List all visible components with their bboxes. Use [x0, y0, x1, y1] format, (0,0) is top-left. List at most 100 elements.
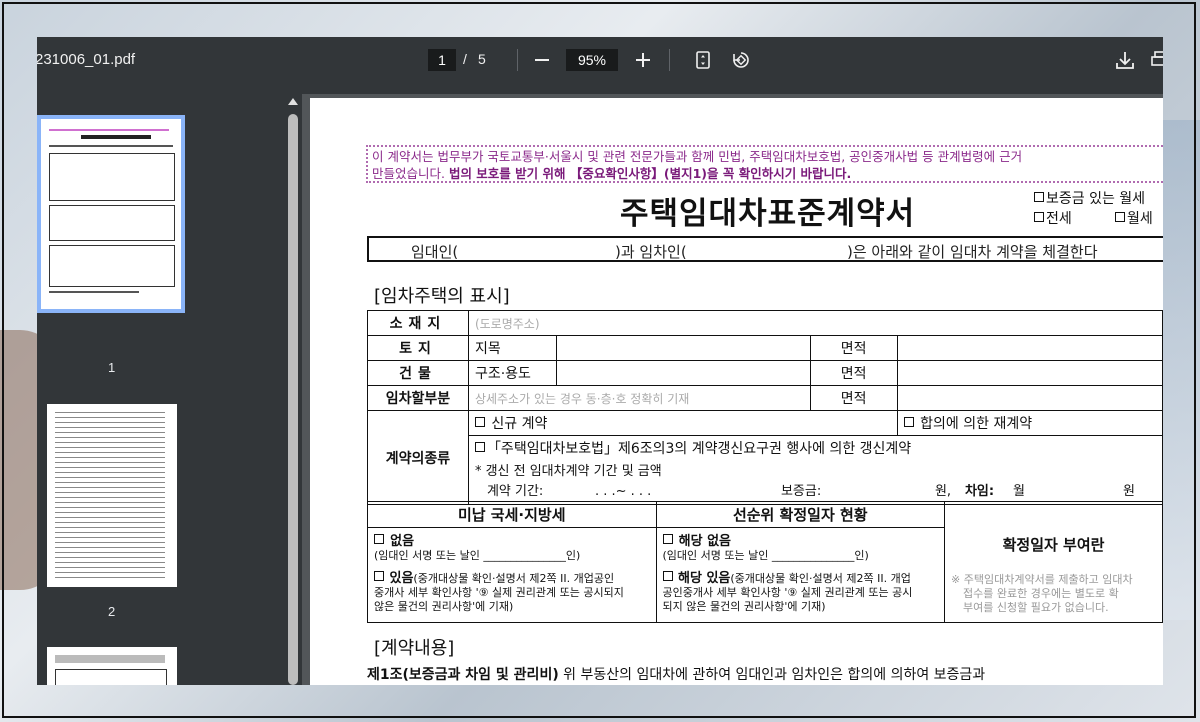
sub-label-cell: 면적	[809, 335, 898, 361]
option-note: 되지 않은 물건의 권리사항'에 기재)	[662, 600, 826, 613]
checkbox-label: 보증금 있는 월세	[1046, 191, 1146, 207]
article-title: 제1조(보증금과 차임 및 관리비)	[367, 667, 559, 683]
thumbnail-page-2[interactable]	[47, 404, 177, 587]
option-label: 있음	[389, 571, 414, 586]
option-row: 없음	[374, 530, 650, 549]
thumbnail-page-3[interactable]	[47, 647, 177, 685]
download-icon	[1116, 52, 1134, 69]
parties-text: )과 임차인(	[615, 243, 687, 261]
date-stamp-cell: 확정일자 부여란 ※ 주택임대차계약서를 제출하고 임대차 접수를 완료한 경우…	[944, 501, 1163, 623]
notice-text: 만들었습니다.	[372, 166, 449, 181]
article-text: 위 부동산의 임대차에 관하여 임대인과 임차인은 합의에 의하여 보증금과	[558, 667, 986, 683]
sub-label-cell: 면적	[809, 385, 898, 411]
thumbnail-label: 2	[108, 604, 116, 619]
notice-emphasis: 법의 보호를 받기 위해 【중요확인사항】(별지1)을 꼭 확인하시기 바랍니다…	[448, 166, 852, 181]
rotate-icon	[733, 52, 749, 68]
option-label: 없음	[390, 534, 415, 549]
checkbox-icon	[1034, 192, 1044, 202]
zoom-input[interactable]: 95%	[566, 49, 618, 71]
prior-cell: 해당 없음 (임대인 서명 또는 날인 _______________인) 해당…	[655, 527, 946, 623]
tax-status-table: 미납 국세·지방세 선순위 확정일자 현황 확정일자 부여란 ※ 주택임대차계약…	[367, 501, 1163, 623]
checkbox-icon	[1115, 212, 1125, 222]
file-name: 231006_01.pdf	[37, 51, 136, 68]
background-shape	[1160, 120, 1200, 620]
total-pages: 5	[478, 51, 486, 67]
rotate-button[interactable]	[729, 48, 753, 72]
input-cell	[896, 335, 1163, 361]
checkbox-icon	[474, 417, 485, 427]
scrollbar-thumb[interactable]	[288, 114, 298, 685]
notice-line: 이 계약서는 법무부가 국토교통부·서울시 및 관련 전문가들과 함께 민법, …	[372, 149, 1023, 164]
option-note: 않은 물건의 권리사항'에 기재)	[374, 600, 514, 613]
scroll-up-icon[interactable]	[288, 98, 298, 105]
zoom-in-button[interactable]	[631, 48, 655, 72]
fit-page-button[interactable]	[691, 48, 715, 72]
page-separator: /	[463, 51, 467, 67]
option-row: 있음(중개대상물 확인·설명서 제2쪽 II. 개업공인	[374, 571, 650, 586]
won-label: 원	[1122, 484, 1135, 499]
thumbnail-label: 1	[108, 360, 116, 375]
column-header: 미납 국세·지방세	[367, 501, 657, 528]
option-label: 「주택임대차보호법」제6조의3의 계약갱신요구권 행사에 의한 갱신계약	[486, 441, 912, 457]
thumbnail-scrollbar[interactable]	[284, 94, 302, 685]
label-cell: 계약의종류	[367, 410, 469, 505]
checkbox-icon	[374, 534, 384, 544]
checkbox-item: 전세	[1034, 208, 1072, 228]
deposit-label: 보증금:	[780, 484, 822, 499]
checkbox-icon	[374, 571, 384, 581]
month-label: 월	[1012, 484, 1025, 499]
renewal-line: 계약 기간: . . .~ . . . 보증금: 원, 차임: 월 원	[475, 482, 1156, 502]
period-label: 계약 기간:	[486, 484, 544, 499]
input-cell	[896, 360, 1163, 386]
parties-line: 임대인( )과 임차인( )은 아래와 같이 임대차 계약을 체결한다	[367, 236, 1163, 262]
hint-cell: (도로명주소)	[467, 310, 1163, 336]
property-table: 소재지 (도로명주소) 토지 지목 면적 건물 구조·용도 면적 임차할부분 상…	[367, 310, 1163, 505]
option-row: 해당 없음	[662, 530, 939, 549]
print-button[interactable]	[1149, 48, 1163, 72]
column-header: 선순위 확정일자 현황	[655, 501, 946, 528]
toolbar-divider	[517, 49, 518, 71]
option-note: 중개사 세부 확인사항 '⑨ 실제 권리관계 또는 공시되지	[374, 586, 624, 599]
option-row: 해당 있음(중개대상물 확인·설명서 제2쪽 II. 개업	[662, 571, 939, 586]
thumbnail-page-1[interactable]	[37, 115, 185, 313]
sub-label-cell: 구조·용도	[467, 360, 557, 386]
print-icon	[1151, 51, 1163, 66]
toolbar: 231006_01.pdf 1 / 5 95%	[37, 37, 1163, 94]
won-label: 원,	[934, 484, 952, 499]
toolbar-divider	[669, 49, 670, 71]
label-cell: 소재지	[367, 310, 469, 336]
sub-label-cell: 지목	[467, 335, 557, 361]
date-stamp-note: ※ 주택임대차계약서를 제출하고 임대차	[951, 572, 1133, 586]
sub-label-cell: 면적	[809, 360, 898, 386]
date-stamp-note: 접수를 완료한 경우에는 별도로 확	[963, 586, 1119, 600]
pdf-viewer-window: 231006_01.pdf 1 / 5 95% 1 2 이 계약서는 법무부가 …	[37, 37, 1163, 685]
document-area[interactable]: 이 계약서는 법무부가 국토교통부·서울시 및 관련 전문가들과 함께 민법, …	[302, 94, 1163, 685]
plus-icon	[636, 53, 650, 67]
section-heading: [계약내용]	[374, 638, 455, 659]
checkbox-label: 월세	[1127, 211, 1153, 227]
checkbox-icon	[1034, 212, 1044, 222]
input-cell	[555, 335, 811, 361]
label-cell: 토지	[367, 335, 469, 361]
label-cell: 임차할부분	[367, 385, 469, 411]
input-cell	[896, 385, 1163, 411]
sign-line: (임대인 서명 또는 날인 _______________인)	[662, 549, 869, 562]
option-note: (중개대상물 확인·설명서 제2쪽 II. 개업공인	[413, 572, 615, 585]
notice-line: 만들었습니다. 법의 보호를 받기 위해 【중요확인사항】(별지1)을 꼭 확인…	[372, 165, 1163, 182]
option-label: 신규 계약	[491, 416, 548, 432]
option-cell: 「주택임대차보호법」제6조의3의 계약갱신요구권 행사에 의한 갱신계약	[467, 435, 1163, 460]
download-button[interactable]	[1113, 48, 1137, 72]
option-note: (중개대상물 확인·설명서 제2쪽 II. 개업	[730, 572, 911, 585]
parties-text: )은 아래와 같이 임대차 계약을 체결한다	[847, 243, 1098, 261]
page-number-input[interactable]: 1	[428, 49, 456, 71]
checkbox-icon	[662, 571, 673, 581]
zoom-out-button[interactable]	[530, 48, 554, 72]
date-stamp-note: 부여를 신청할 필요가 없습니다.	[963, 600, 1109, 614]
section-heading: [임차주택의 표시]	[374, 286, 510, 307]
checkbox-icon	[903, 417, 914, 427]
input-cell	[555, 360, 811, 386]
option-cell: 신규 계약	[467, 410, 898, 436]
checkbox-label: 전세	[1046, 211, 1072, 227]
checkbox-icon	[662, 534, 673, 544]
period-dots: . . .~ . . .	[594, 484, 652, 499]
